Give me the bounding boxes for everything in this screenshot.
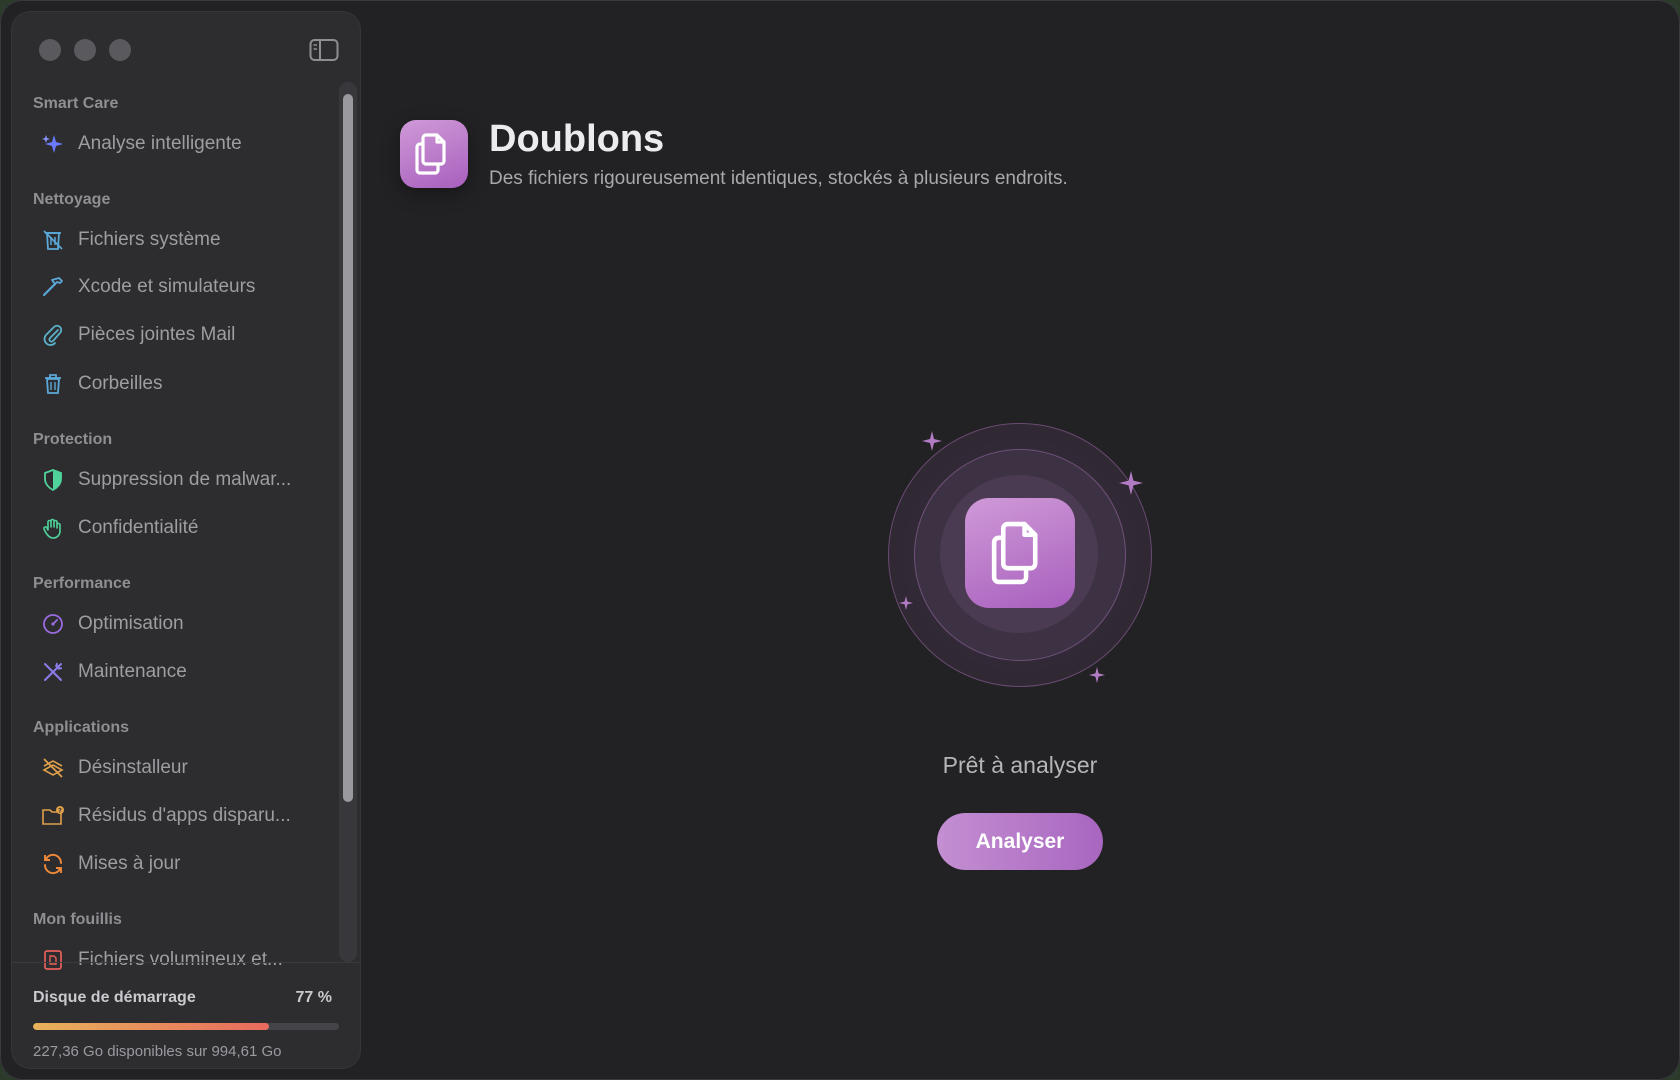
- disk-info: 227,36 Go disponibles sur 994,61 Go: [33, 1043, 282, 1060]
- window-controls: [39, 39, 131, 61]
- sparkle-icon: [1119, 471, 1143, 495]
- section-title-mon-fouillis: Mon fouillis: [33, 911, 122, 928]
- sidebar-item-confidentialite[interactable]: Confidentialité: [28, 508, 328, 548]
- close-window-button[interactable]: [39, 39, 61, 61]
- sidebar-item-label: Résidus d'apps disparu...: [78, 805, 291, 826]
- startup-disk-panel: Disque de démarrage 77 % 227,36 Go dispo…: [12, 962, 360, 1068]
- hammer-icon: [40, 274, 66, 300]
- minimize-window-button[interactable]: [74, 39, 96, 61]
- system-files-icon: [40, 227, 66, 253]
- app-window: Smart Care Analyse intelligente Nettoyag…: [0, 0, 1680, 1080]
- analyser-button[interactable]: Analyser: [937, 813, 1103, 870]
- hand-icon: [40, 515, 66, 541]
- sidebar-item-label: Fichiers système: [78, 229, 221, 250]
- duplicates-hero-icon: [965, 498, 1075, 608]
- sidebar-item-residus-apps[interactable]: ? Résidus d'apps disparu...: [28, 796, 328, 836]
- documents-icon: [991, 521, 1038, 585]
- svg-text:?: ?: [58, 807, 62, 814]
- sidebar-item-optimisation[interactable]: Optimisation: [28, 604, 328, 644]
- sparkle-icon: [922, 431, 942, 451]
- page-subtitle: Des fichiers rigoureusement identiques, …: [489, 168, 1068, 189]
- sparkle-icon: [899, 596, 913, 610]
- sidebar-scrollbar[interactable]: [339, 82, 357, 962]
- sparkles-icon: [40, 131, 66, 157]
- sidebar-item-label: Analyse intelligente: [78, 133, 242, 154]
- sidebar-item-mises-a-jour[interactable]: Mises à jour: [28, 844, 328, 884]
- sidebar-item-label: Xcode et simulateurs: [78, 276, 256, 297]
- duplicates-module-icon: [400, 120, 468, 188]
- tools-icon: [40, 659, 66, 685]
- paperclip-icon: [40, 322, 66, 348]
- section-title-protection: Protection: [33, 431, 113, 448]
- sidebar-item-label: Confidentialité: [78, 517, 199, 538]
- sidebar-item-label: Suppression de malwar...: [78, 469, 292, 490]
- sidebar-item-xcode[interactable]: Xcode et simulateurs: [28, 267, 328, 307]
- trash-icon: [40, 371, 66, 397]
- gauge-icon: [40, 611, 66, 637]
- sidebar-item-label: Maintenance: [78, 661, 187, 682]
- sidebar: Smart Care Analyse intelligente Nettoyag…: [12, 12, 360, 1068]
- sidebar-item-label: Mises à jour: [78, 853, 181, 874]
- sidebar-item-maintenance[interactable]: Maintenance: [28, 652, 328, 692]
- sparkle-icon: [1089, 667, 1105, 683]
- uninstaller-icon: [40, 755, 66, 781]
- zoom-window-button[interactable]: [109, 39, 131, 61]
- leftovers-folder-icon: ?: [40, 803, 66, 829]
- shield-icon: [40, 467, 66, 493]
- sidebar-item-label: Corbeilles: [78, 373, 163, 394]
- section-title-smart-care: Smart Care: [33, 95, 119, 112]
- disk-usage-fill: [33, 1023, 269, 1030]
- scan-status: Prêt à analyser: [942, 752, 1098, 778]
- sidebar-scroll-thumb[interactable]: [343, 94, 353, 802]
- disk-title: Disque de démarrage: [33, 989, 196, 1006]
- sidebar-item-suppression-malware[interactable]: Suppression de malwar...: [28, 460, 328, 500]
- section-title-nettoyage: Nettoyage: [33, 191, 111, 208]
- sidebar-item-desinstalleur[interactable]: Désinstalleur: [28, 748, 328, 788]
- sidebar-toggle-icon: [309, 39, 339, 61]
- page-title: Doublons: [489, 118, 665, 160]
- sidebar-toggle-button[interactable]: [309, 38, 339, 62]
- sidebar-item-label: Pièces jointes Mail: [78, 324, 236, 345]
- sidebar-item-analyse-intelligente[interactable]: Analyse intelligente: [28, 124, 328, 164]
- sidebar-item-fichiers-systeme[interactable]: Fichiers système: [28, 220, 328, 260]
- disk-percent: 77 %: [295, 989, 332, 1006]
- section-title-applications: Applications: [33, 719, 130, 736]
- refresh-icon: [40, 851, 66, 877]
- disk-usage-bar: [33, 1023, 339, 1030]
- section-title-performance: Performance: [33, 575, 131, 592]
- sidebar-item-label: Optimisation: [78, 613, 184, 634]
- sidebar-item-corbeilles[interactable]: Corbeilles: [28, 364, 328, 404]
- sidebar-item-label: Désinstalleur: [78, 757, 188, 778]
- scan-illustration: [880, 415, 1160, 695]
- documents-icon: [415, 133, 446, 175]
- sidebar-item-pieces-jointes-mail[interactable]: Pièces jointes Mail: [28, 315, 328, 355]
